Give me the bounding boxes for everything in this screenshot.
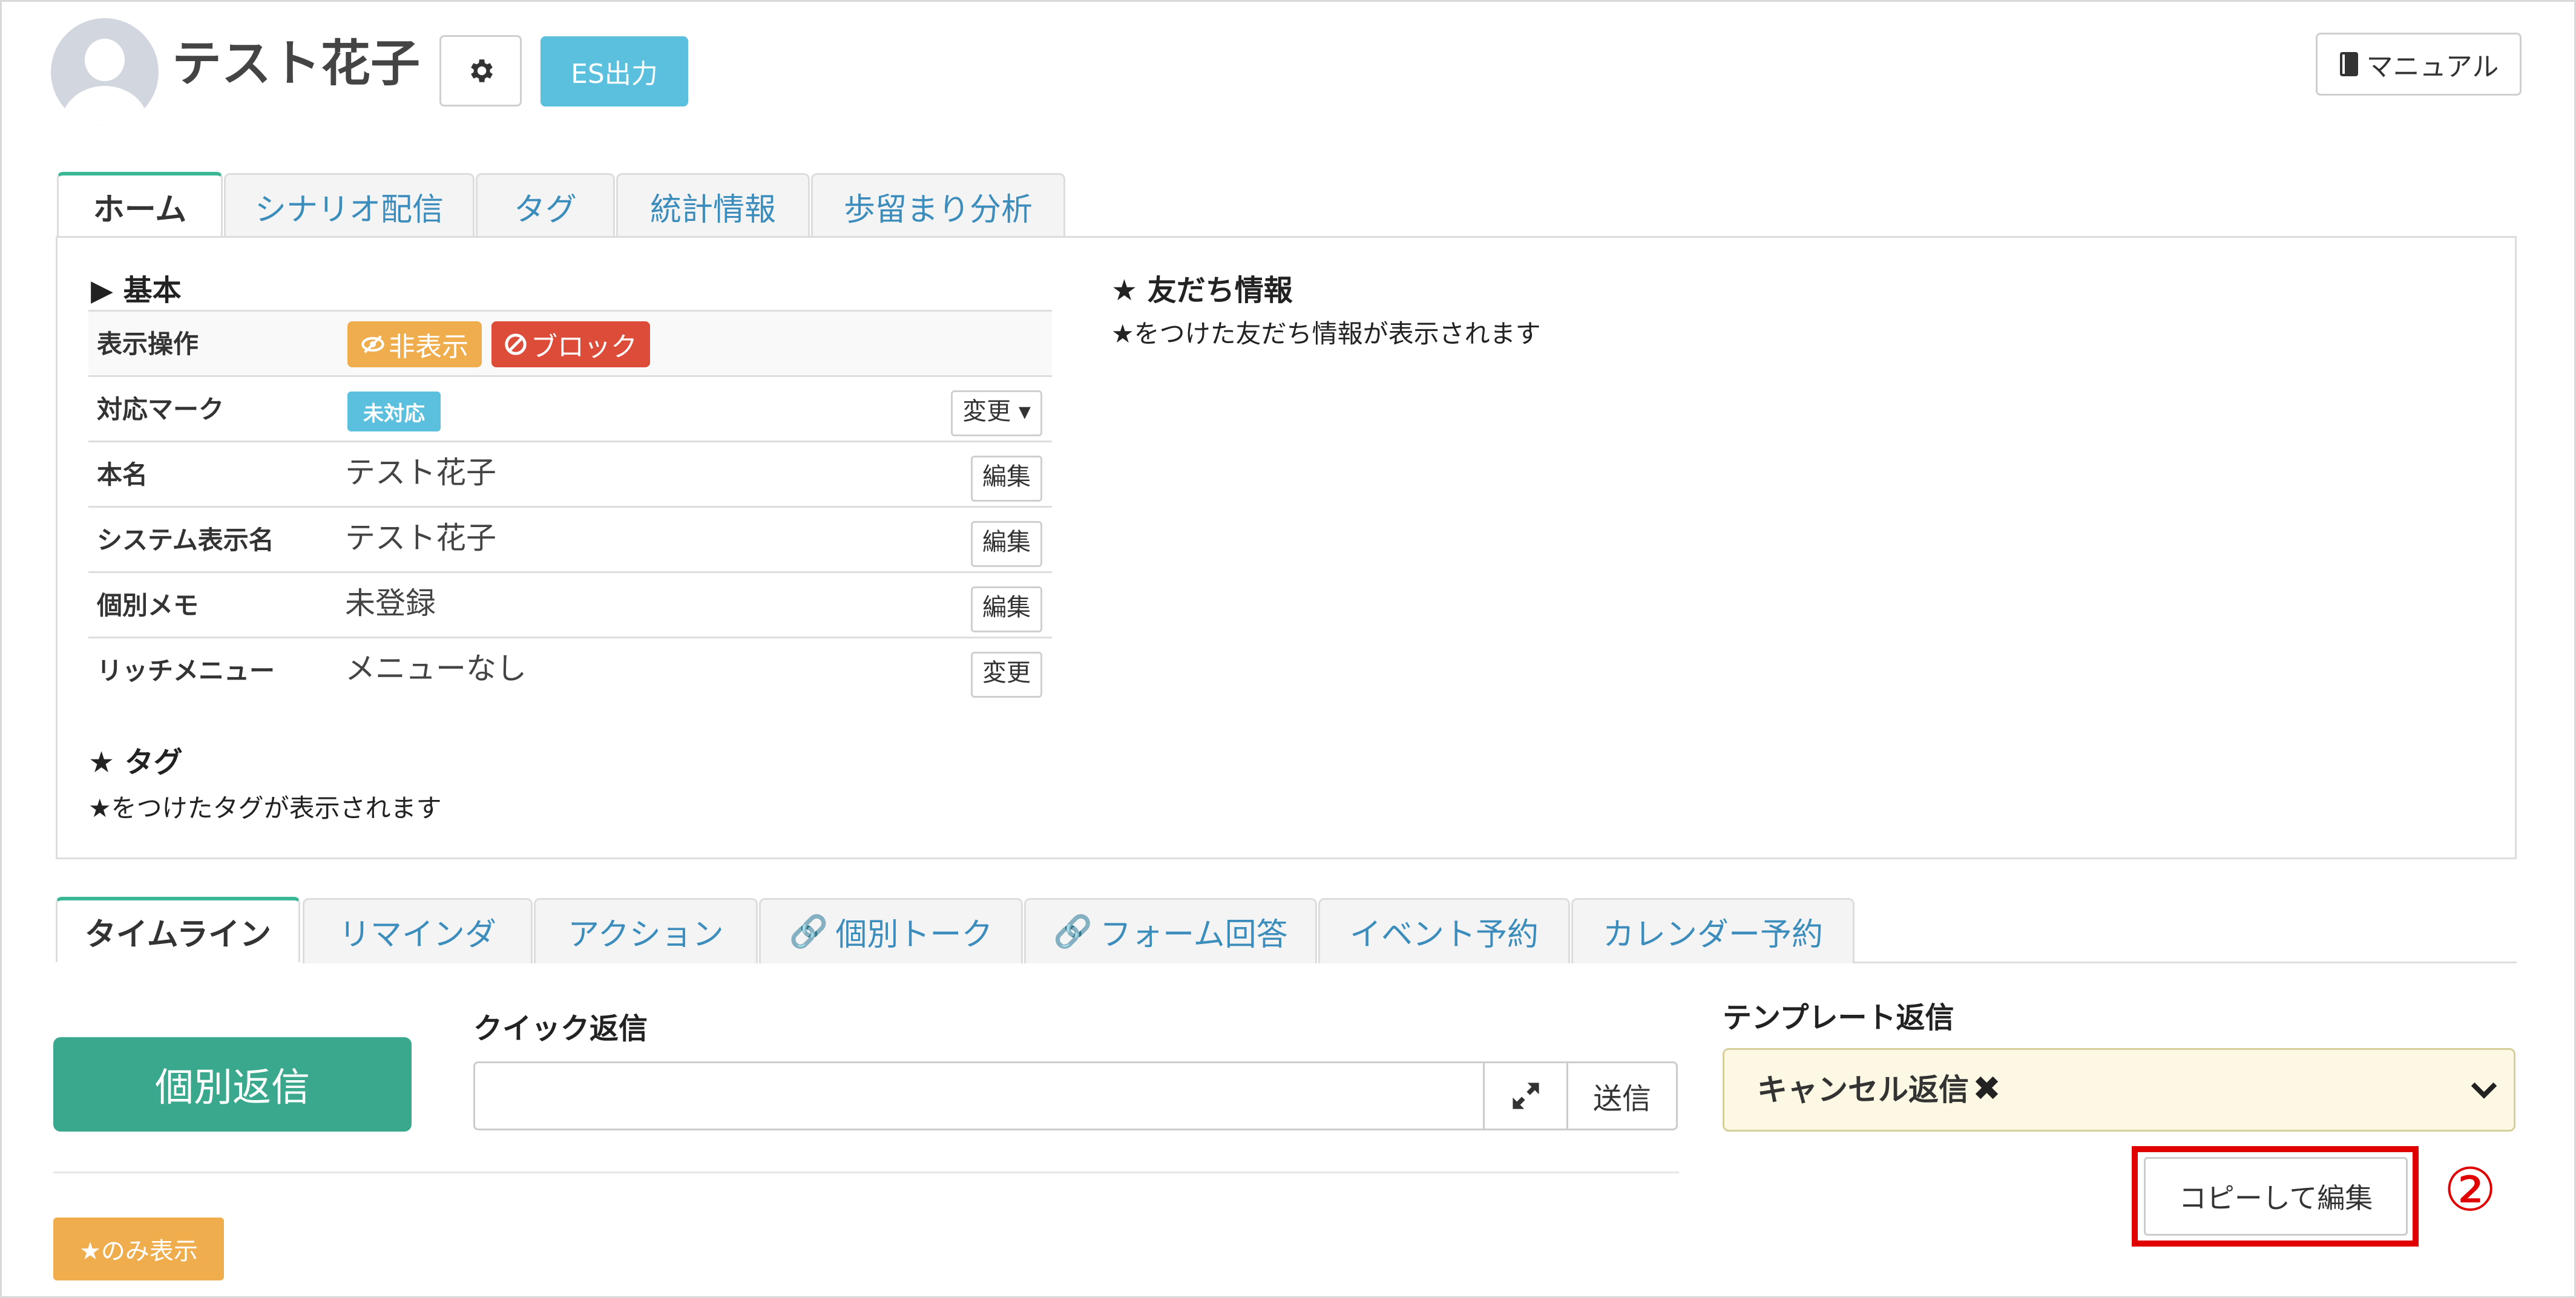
tab-tags[interactable]: タグ [476,173,615,238]
row-label: リッチメニュー [97,656,275,686]
tab-baseline [1855,962,2517,963]
row-value: 未登録 [345,586,436,621]
es-export-button[interactable]: ES出力 [540,36,688,107]
individual-reply-button[interactable]: 個別返信 [53,1037,412,1132]
settings-button[interactable] [439,35,522,107]
tab-scenario[interactable]: シナリオ配信 [224,173,475,238]
block-label: ブロック [531,332,637,362]
star-only-button[interactable]: ★のみ表示 [53,1218,224,1280]
change-rich-menu-button[interactable]: 変更 [971,652,1042,698]
row-value: テスト花子 [345,520,496,556]
chevron-down-icon[interactable] [2470,1050,2498,1130]
tab-individual-talk[interactable]: 🔗 個別トーク [759,898,1023,963]
tab-yield-analysis[interactable]: 歩留まり分析 [811,173,1065,238]
divider [53,1172,1679,1173]
tab-action[interactable]: アクション [534,898,758,963]
clear-icon[interactable]: ✖ [1973,1050,2001,1130]
friend-info-note: ★をつけた友だち情報が表示されます [1111,319,1541,349]
row-label: システム表示名 [97,525,274,555]
row-real-name: 本名 テスト花子 編集 [88,441,1052,506]
send-button[interactable]: 送信 [1566,1061,1678,1130]
eye-slash-icon [361,335,384,353]
link-icon: 🔗 [789,914,829,950]
row-response-mark: 対応マーク 未対応 変更 ▾ [88,375,1052,441]
tab-reminder[interactable]: リマインダ [303,898,533,963]
gear-icon [471,59,493,82]
status-badge: 未対応 [347,392,441,431]
tab-form-answers[interactable]: 🔗 フォーム回答 [1024,898,1317,963]
quick-reply-label: クイック返信 [473,1012,648,1046]
template-value: キャンセル返信 [1757,1072,1969,1107]
expand-icon [1513,1083,1539,1109]
page-title: テスト花子 [172,35,421,93]
link-icon: 🔗 [1053,914,1093,950]
row-memo: 個別メモ 未登録 編集 [88,571,1052,637]
basic-heading: ▶ 基本 [91,274,182,307]
avatar [51,18,159,126]
edit-system-name-button[interactable]: 編集 [971,521,1042,567]
tab-statistics[interactable]: 統計情報 [616,173,810,238]
tab-calendar-booking[interactable]: カレンダー予約 [1571,898,1855,963]
row-label: 個別メモ [97,591,199,620]
template-reply-label: テンプレート返信 [1723,1001,1954,1035]
row-display-operation: 表示操作 非表示 ブロック [88,310,1052,375]
tags-heading: ★ タグ [88,746,183,779]
manual-label: マニュアル [2366,51,2499,82]
template-select[interactable]: キャンセル返信 ✖ [1723,1048,2515,1132]
row-rich-menu: リッチメニュー メニューなし 変更 [88,637,1052,702]
row-system-name: システム表示名 テスト花子 編集 [88,506,1052,571]
ban-icon [505,333,527,355]
step-marker: ② [2443,1156,2497,1225]
tags-note: ★をつけたタグが表示されます [88,793,442,823]
tab-event-booking[interactable]: イベント予約 [1318,898,1570,963]
row-value: テスト花子 [345,455,496,490]
hide-button[interactable]: 非表示 [347,321,482,367]
row-label: 対応マーク [97,395,225,424]
hide-label: 非表示 [389,332,468,362]
row-value: メニューなし [345,651,527,686]
quick-reply-input[interactable] [473,1061,1485,1130]
expand-button[interactable] [1483,1061,1569,1130]
tab-home[interactable]: ホーム [57,172,223,237]
edit-real-name-button[interactable]: 編集 [971,456,1042,502]
book-icon [2339,52,2358,76]
tab-label: フォーム回答 [1100,917,1288,953]
copy-and-edit-button[interactable]: コピーして編集 [2144,1157,2408,1236]
manual-button[interactable]: マニュアル [2316,33,2522,96]
block-button[interactable]: ブロック [491,321,650,367]
tab-timeline[interactable]: タイムライン [56,897,300,962]
tab-label: 個別トーク [835,917,993,953]
friend-info-heading: ★ 友だち情報 [1111,274,1293,307]
row-label: 表示操作 [97,329,199,359]
change-mark-dropdown[interactable]: 変更 ▾ [951,390,1042,436]
edit-memo-button[interactable]: 編集 [971,586,1042,632]
row-label: 本名 [97,460,148,490]
